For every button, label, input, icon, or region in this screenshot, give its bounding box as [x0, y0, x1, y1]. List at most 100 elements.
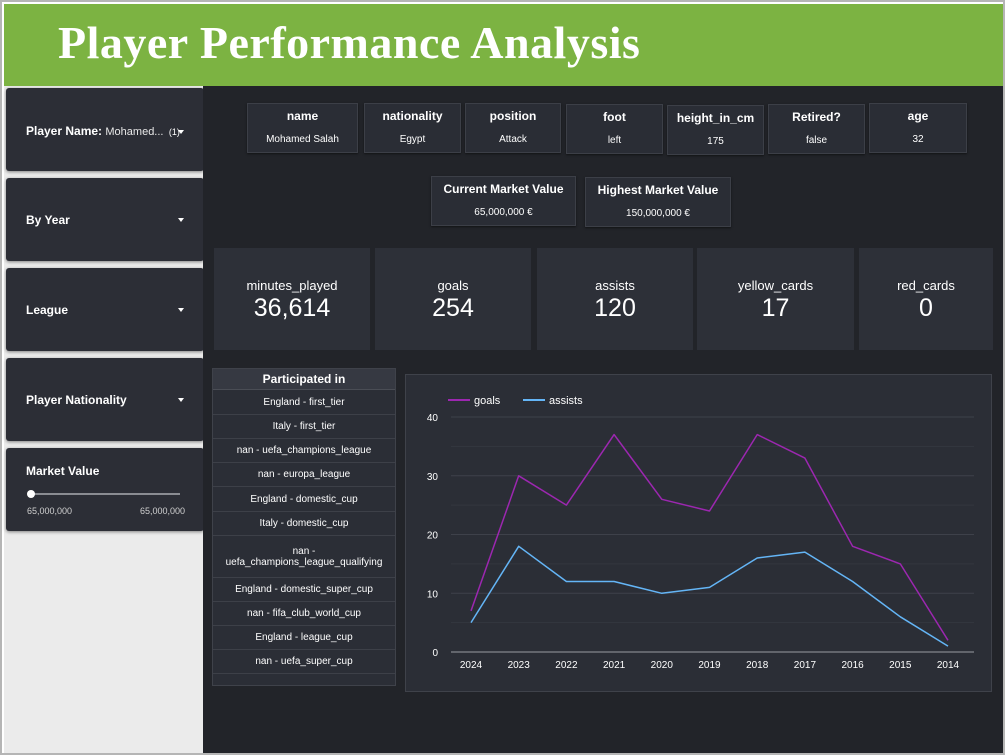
- x-tick-label: 2023: [508, 660, 531, 671]
- market-value-slider-track[interactable]: [30, 493, 180, 495]
- kpi-label: goals: [437, 278, 469, 293]
- current-market-value: 65,000,000 €: [474, 207, 533, 218]
- kpi-label: yellow_cards: [737, 278, 814, 293]
- table-row: England - first_tier: [213, 391, 395, 415]
- info-card-header: foot: [603, 110, 626, 124]
- kpi-value: 36,614: [253, 294, 331, 322]
- market-value-filter: Market Value 65,000,000 65,000,000: [6, 448, 204, 531]
- series-line-goals: [470, 433, 949, 641]
- y-tick-label: 20: [427, 531, 439, 542]
- table-row: England - domestic_super_cup: [213, 578, 395, 602]
- x-tick-label: 2018: [746, 660, 769, 671]
- x-tick-label: 2016: [841, 660, 864, 671]
- info-card-height: height_in_cm 175: [667, 105, 764, 155]
- nationality-filter-label: Player Nationality: [26, 393, 127, 407]
- info-card-header: position: [489, 109, 537, 123]
- info-card-value: Mohamed Salah: [266, 134, 339, 145]
- info-card-foot: foot left: [566, 104, 663, 154]
- y-tick-label: 10: [427, 589, 439, 600]
- player-name-filter[interactable]: Player Name: Mohamed... (1): [6, 88, 204, 171]
- filter-sidebar: Player Name: Mohamed... (1) By Year Leag…: [4, 86, 204, 753]
- highest-market-value: 150,000,000 €: [626, 208, 690, 219]
- info-card-value: 175: [707, 136, 724, 147]
- kpi-label: assists: [595, 278, 635, 293]
- table-row: nan - uefa_champions_league: [213, 439, 395, 463]
- kpi-minutes-played: minutes_played 36,614: [214, 248, 370, 350]
- kpi-yellow-cards: yellow_cards 17: [697, 248, 854, 350]
- info-card-value: false: [805, 135, 828, 146]
- y-tick-label: 30: [427, 472, 439, 483]
- current-market-value-header: Current Market Value: [443, 182, 564, 196]
- kpi-assists: assists 120: [537, 248, 693, 350]
- chevron-down-icon[interactable]: [178, 130, 184, 134]
- table-row: nan - fifa_club_world_cup: [213, 602, 395, 626]
- table-row: Italy - first_tier: [213, 415, 395, 439]
- kpi-red-cards: red_cards 0: [859, 248, 993, 350]
- info-card-nationality: nationality Egypt: [364, 103, 461, 153]
- kpi-label: minutes_played: [246, 278, 338, 293]
- market-value-min-label: 65,000,000: [27, 506, 73, 516]
- x-tick-label: 2015: [889, 660, 912, 671]
- table-row: nan - uefa_champions_league_qualifying: [213, 536, 395, 578]
- kpi-goals: goals 254: [375, 248, 531, 350]
- nationality-filter[interactable]: Player Nationality: [6, 358, 204, 441]
- chevron-down-icon[interactable]: [178, 398, 184, 402]
- kpi-value: 17: [761, 294, 790, 322]
- info-card-header: nationality: [382, 109, 443, 123]
- legend-label-goals: goals: [474, 395, 501, 407]
- x-tick-label: 2019: [698, 660, 721, 671]
- dashboard-frame: Player Performance Analysis Player Name:…: [0, 0, 1005, 755]
- info-card-retired: Retired? false: [768, 104, 865, 154]
- info-card-position: position Attack: [465, 103, 561, 153]
- x-tick-label: 2017: [794, 660, 817, 671]
- player-name-filter-value: Mohamed...: [105, 126, 164, 138]
- legend-label-assists: assists: [549, 395, 583, 407]
- y-tick-label: 0: [432, 648, 438, 659]
- x-tick-label: 2021: [603, 660, 626, 671]
- highest-market-value-header: Highest Market Value: [597, 183, 719, 197]
- kpi-value: 120: [594, 294, 636, 322]
- info-card-name: name Mohamed Salah: [247, 103, 358, 153]
- market-value-slider-handle[interactable]: [27, 490, 35, 498]
- header-bar: Player Performance Analysis: [4, 4, 1003, 86]
- info-card-header: Retired?: [792, 110, 841, 124]
- table-row: England - league_cup: [213, 626, 395, 650]
- x-tick-label: 2022: [555, 660, 578, 671]
- info-card-header: name: [286, 109, 319, 123]
- info-card-age: age 32: [869, 103, 967, 153]
- info-card-value: left: [607, 135, 622, 146]
- highest-market-value-card: Highest Market Value 150,000,000 €: [585, 177, 731, 227]
- market-value-filter-label: Market Value: [26, 464, 100, 478]
- participated-table: Participated in England - first_tier Ita…: [212, 368, 396, 686]
- player-name-filter-label: Player Name:: [26, 124, 103, 138]
- league-filter-label: League: [26, 303, 69, 317]
- info-card-header: height_in_cm: [676, 111, 755, 125]
- chevron-down-icon[interactable]: [178, 308, 184, 312]
- x-tick-label: 2024: [460, 660, 483, 671]
- market-value-max-label: 65,000,000: [139, 506, 185, 516]
- x-tick-label: 2020: [651, 660, 674, 671]
- line-chart-svg: 0 10 20 30 40 2024 2023 2022 2021 2020 2019 2018 201…: [427, 395, 974, 671]
- by-year-filter[interactable]: By Year: [6, 178, 204, 261]
- page-title: Player Performance Analysis: [58, 17, 641, 68]
- current-market-value-card: Current Market Value 65,000,000 €: [431, 176, 576, 226]
- kpi-value: 0: [919, 294, 933, 322]
- x-tick-label: 2014: [937, 660, 960, 671]
- table-row: England - domestic_cup: [213, 487, 395, 512]
- by-year-filter-label: By Year: [26, 213, 70, 227]
- info-card-value: Egypt: [399, 134, 426, 145]
- goals-assists-chart: 0 10 20 30 40 2024 2023 2022 2021 2020 2019 2018 201…: [405, 374, 992, 692]
- chevron-down-icon[interactable]: [178, 218, 184, 222]
- table-row: nan - europa_league: [213, 463, 395, 487]
- kpi-value: 254: [432, 294, 474, 322]
- table-row: Italy - domestic_cup: [213, 512, 395, 536]
- series-line-assists: [470, 545, 949, 647]
- league-filter[interactable]: League: [6, 268, 204, 351]
- y-tick-label: 40: [427, 413, 439, 424]
- info-card-value: Attack: [499, 134, 527, 145]
- participated-table-header: Participated in: [213, 369, 395, 390]
- info-card-value: 32: [912, 134, 924, 145]
- dashboard-main: name Mohamed Salah nationality Egypt pos…: [203, 86, 1003, 753]
- table-row: nan - uefa_super_cup: [213, 650, 395, 674]
- kpi-label: red_cards: [897, 278, 955, 293]
